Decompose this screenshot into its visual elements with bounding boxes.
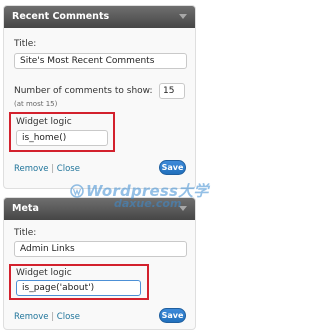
widget-logic-label: Widget logic — [16, 268, 72, 278]
title-input[interactable]: Admin Links — [14, 241, 187, 257]
save-button[interactable]: Save — [159, 308, 186, 323]
number-hint: (at most 15) — [14, 100, 58, 108]
widget-title-bar[interactable]: Meta — [4, 198, 195, 220]
close-link[interactable]: Close — [57, 312, 80, 322]
close-link[interactable]: Close — [57, 164, 80, 174]
number-input[interactable]: 15 — [159, 83, 185, 99]
widget-logic-input[interactable]: is_page('about') — [16, 280, 141, 296]
widget-title: Recent Comments — [12, 11, 110, 22]
chevron-down-icon[interactable] — [179, 206, 187, 211]
title-label: Title: — [14, 39, 37, 49]
widget-logic-input[interactable]: is_home() — [16, 130, 108, 146]
save-button[interactable]: Save — [159, 160, 186, 175]
recent-comments-widget: Recent Comments Title: Site's Most Recen… — [3, 5, 196, 189]
title-label: Title: — [14, 228, 37, 238]
widget-title: Meta — [12, 203, 39, 214]
widget-control-links: Remove | Close — [14, 312, 80, 322]
widget-title-bar[interactable]: Recent Comments — [4, 6, 195, 28]
widget-logic-label: Widget logic — [16, 117, 72, 127]
meta-widget: Meta Title: Admin Links Widget logic is_… — [3, 197, 196, 330]
link-separator: | — [51, 312, 55, 322]
remove-link[interactable]: Remove — [14, 312, 49, 322]
remove-link[interactable]: Remove — [14, 164, 49, 174]
chevron-down-icon[interactable] — [179, 14, 187, 19]
widget-control-links: Remove | Close — [14, 164, 80, 174]
number-of-comments-label: Number of comments to show: — [14, 86, 153, 96]
title-input[interactable]: Site's Most Recent Comments — [14, 53, 187, 69]
link-separator: | — [51, 164, 55, 174]
